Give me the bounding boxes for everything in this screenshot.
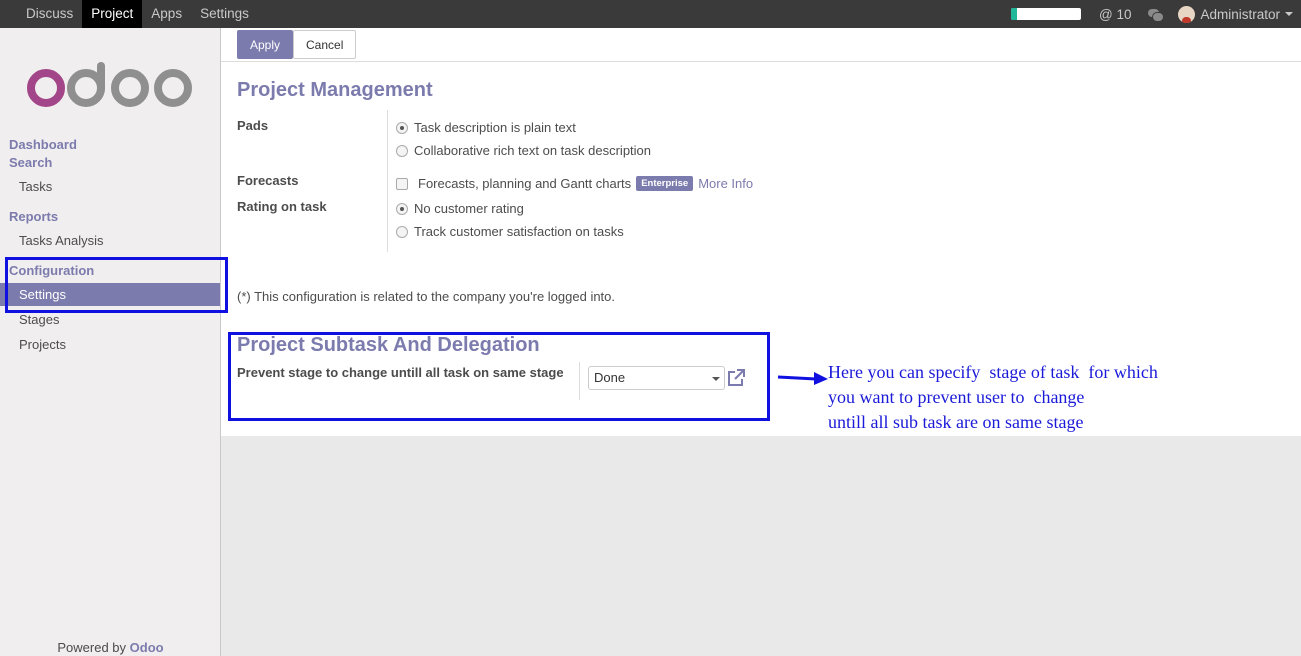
more-info-link[interactable]: More Info [698,176,753,191]
avatar[interactable] [1178,5,1196,23]
option-label: Task description is plain text [414,120,576,135]
page-title: Project Management [237,79,433,101]
powered-by-brand[interactable]: Odoo [130,640,164,655]
checkbox[interactable] [396,177,408,190]
option-label: No customer rating [414,201,524,216]
menu-apps[interactable]: Apps [142,0,191,28]
highlight-box-configuration [5,257,228,313]
option-label: Track customer satisfaction on tasks [414,224,624,239]
progress-bar[interactable] [1010,8,1081,20]
app-menu: Discuss Project Apps Settings [17,0,258,28]
sidebar-item-projects[interactable]: Projects [0,333,220,356]
rating-label: Rating on task [237,199,327,214]
cancel-button[interactable]: Cancel [293,30,357,59]
radio-button[interactable] [396,144,408,157]
menu-discuss[interactable]: Discuss [17,0,82,28]
radio-button[interactable] [396,225,408,238]
enterprise-badge: Enterprise [636,176,694,191]
option-label: Collaborative rich text on task descript… [414,143,652,158]
radio-button[interactable] [396,202,408,215]
menu-settings[interactable]: Settings [191,0,258,28]
radio-button[interactable] [396,121,408,134]
company-note: (*) This configuration is related to the… [237,289,616,304]
sidebar-item-tasks-analysis[interactable]: Tasks Analysis [0,229,220,252]
progress-fill [1010,8,1017,20]
powered-by-label: Powered by [57,640,127,655]
powered-by: Powered by Odoo [0,640,221,655]
menu-project[interactable]: Project [82,0,143,28]
rating-option-track[interactable]: Track customer satisfaction on tasks [396,224,624,239]
annotation-text: Here you can specify stage of task for w… [828,362,1158,432]
sidebar-section-dashboard[interactable]: Dashboard [9,137,77,152]
forecasts-option[interactable]: Forecasts, planning and Gantt charts Ent… [396,176,753,191]
mentions-counter[interactable]: @ 10 [1099,7,1131,22]
highlight-box-subtask [228,332,770,421]
sidebar-item-tasks[interactable]: Tasks [0,175,220,198]
sidebar-section-search[interactable]: Search [9,155,52,170]
arrow-right-icon [777,372,828,385]
sidebar-section-reports[interactable]: Reports [9,209,58,224]
pads-option-plain[interactable]: Task description is plain text [396,120,576,135]
pads-label: Pads [237,118,269,133]
odoo-logo[interactable] [27,62,195,108]
control-panel: Apply Cancel [221,28,1301,62]
user-menu[interactable]: Administrator [1200,7,1280,22]
forecasts-label: Forecasts [237,173,299,188]
apply-button[interactable]: Apply [237,30,294,59]
chat-icon[interactable] [1148,8,1165,22]
rating-option-none[interactable]: No customer rating [396,201,524,216]
systray: @ 10 Administrator [1010,0,1293,28]
option-label: Forecasts, planning and Gantt charts [418,176,632,191]
pads-option-rich[interactable]: Collaborative rich text on task descript… [396,143,651,158]
chevron-down-icon[interactable] [1285,12,1293,16]
top-navbar: Discuss Project Apps Settings @ 10 Admin… [0,0,1301,28]
field-separator [387,110,388,252]
sidebar: Dashboard Search Tasks Reports Tasks Ana… [0,28,221,656]
